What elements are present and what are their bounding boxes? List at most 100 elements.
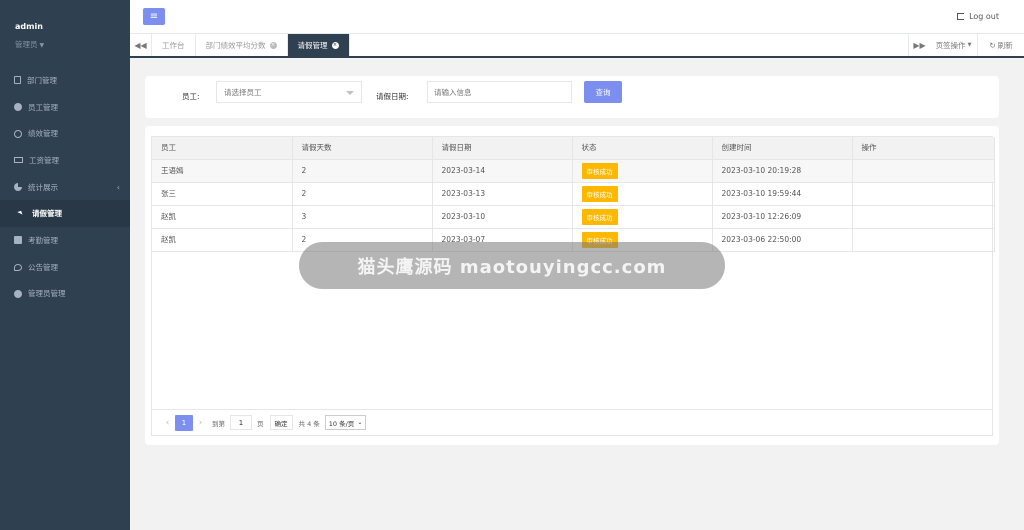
cell-status: 审核成功 bbox=[572, 159, 713, 183]
edit-icon bbox=[14, 236, 22, 245]
cell-actions bbox=[852, 182, 995, 206]
close-tab-icon[interactable]: × bbox=[331, 41, 339, 49]
user-circle-icon bbox=[14, 289, 22, 298]
tab-label: 工作台 bbox=[162, 40, 185, 50]
employee-select-placeholder: 请选择员工 bbox=[224, 87, 262, 97]
cell-employee: 王语嫣 bbox=[152, 159, 293, 183]
sidebar-item-performance[interactable]: 绩效管理 bbox=[0, 120, 130, 147]
cell-employee: 张三 bbox=[152, 182, 293, 206]
tab-leave-management[interactable]: 请假管理 × bbox=[287, 34, 350, 56]
chevron-down-icon: ⌄ bbox=[357, 419, 363, 426]
next-page-icon[interactable]: › bbox=[193, 418, 208, 428]
sidebar-item-label: 公告管理 bbox=[28, 262, 58, 272]
sidebar-item-department[interactable]: 部门管理 bbox=[0, 67, 130, 94]
sidebar: admin 管理员 ▼ 部门管理 员工管理 绩效管理 工资管理 统计展示 ‹ 请假管… bbox=[0, 0, 130, 530]
status-badge: 审核成功 bbox=[581, 208, 618, 225]
prev-page-icon[interactable]: ‹ bbox=[160, 418, 175, 428]
cell-date: 2023-03-10 bbox=[432, 205, 573, 229]
pie-chart-icon bbox=[14, 183, 22, 192]
leave-date-label: 请假日期: bbox=[376, 92, 409, 101]
column-header-created: 创建时间 bbox=[712, 137, 853, 160]
user-profile: admin 管理员 ▼ bbox=[0, 0, 130, 64]
goto-label: 到第 bbox=[212, 419, 225, 428]
caret-down-icon: ▼ bbox=[967, 42, 972, 48]
total-count: 共 4 条 bbox=[298, 419, 320, 428]
sidebar-item-label: 部门管理 bbox=[27, 75, 57, 85]
query-button[interactable]: 查询 bbox=[584, 81, 622, 103]
sidebar-item-label: 员工管理 bbox=[28, 102, 58, 112]
cell-days: 2 bbox=[292, 182, 433, 206]
table-row[interactable]: 张三 2 2023-03-13 审核成功 2023-03-10 19:59:44 bbox=[152, 182, 995, 206]
tab-workbench[interactable]: 工作台 bbox=[152, 34, 196, 56]
cell-actions bbox=[852, 205, 995, 229]
employee-select[interactable]: 请选择员工 bbox=[216, 81, 362, 103]
sidebar-item-admin[interactable]: 管理员管理 bbox=[0, 281, 130, 308]
page-size-select[interactable]: 10 条/页 ⌄ bbox=[324, 415, 367, 430]
dropdown-arrow-icon bbox=[346, 91, 354, 95]
status-badge: 审核成功 bbox=[581, 185, 618, 202]
column-header-employee: 员工 bbox=[152, 137, 293, 160]
menu-toggle-button[interactable]: ≡ bbox=[143, 8, 165, 25]
logout-button[interactable]: Log out bbox=[957, 12, 999, 21]
status-badge: 审核成功 bbox=[581, 162, 618, 179]
tabs-scroll-left-button[interactable]: ◀◀ bbox=[130, 34, 152, 56]
watermark-overlay: 猫头鹰源码 maotouyingcc.com bbox=[299, 242, 725, 289]
current-page-button[interactable]: 1 bbox=[175, 414, 193, 431]
table-row[interactable]: 赵凯 3 2023-03-10 审核成功 2023-03-10 12:26:09 bbox=[152, 205, 995, 229]
tabs-scroll-right-button[interactable]: ▶▶ bbox=[908, 34, 930, 56]
cell-employee: 赵凯 bbox=[152, 205, 293, 229]
cell-employee: 赵凯 bbox=[152, 228, 293, 252]
sidebar-item-leave[interactable]: 请假管理 bbox=[0, 200, 130, 228]
refresh-button[interactable]: ↻ 刷新 bbox=[978, 34, 1024, 56]
page-number-input[interactable]: 1 bbox=[230, 415, 252, 430]
user-role-label: 管理员 bbox=[15, 40, 38, 49]
cell-date: 2023-03-14 bbox=[432, 159, 573, 183]
cell-status: 审核成功 bbox=[572, 205, 713, 229]
cell-created: 2023-03-10 20:19:28 bbox=[712, 159, 853, 183]
forward-icon: ▶▶ bbox=[913, 40, 926, 50]
sidebar-item-label: 考勤管理 bbox=[28, 235, 58, 245]
goto-confirm-button[interactable]: 确定 bbox=[269, 415, 293, 430]
sidebar-item-label: 绩效管理 bbox=[28, 129, 58, 139]
sidebar-item-employee[interactable]: 员工管理 bbox=[0, 94, 130, 121]
backward-icon: ◀◀ bbox=[134, 40, 147, 50]
cell-created: 2023-03-10 19:59:44 bbox=[712, 182, 853, 206]
sidebar-item-label: 管理员管理 bbox=[28, 289, 66, 299]
page-unit-label: 页 bbox=[257, 419, 264, 428]
logout-label: Log out bbox=[969, 12, 999, 21]
main-content: 员工: 请选择员工 请假日期: 请输入信息 查询 员工 请假天数 请假日期 状态… bbox=[130, 58, 1024, 530]
table-row[interactable]: 王语嫣 2 2023-03-14 审核成功 2023-03-10 20:19:2… bbox=[152, 159, 995, 183]
cell-actions bbox=[852, 159, 995, 183]
user-role-dropdown[interactable]: 管理员 ▼ bbox=[15, 39, 130, 50]
tab-operations-label: 页签操作 bbox=[935, 40, 966, 50]
tab-dept-performance[interactable]: 部门绩效平均分数 × bbox=[196, 34, 288, 56]
cell-created: 2023-03-06 22:50:00 bbox=[712, 228, 853, 252]
sidebar-item-label: 统计展示 bbox=[28, 182, 58, 192]
leave-date-input[interactable]: 请输入信息 bbox=[427, 81, 572, 103]
search-form: 员工: 请选择员工 请假日期: 请输入信息 查询 bbox=[145, 76, 999, 118]
sidebar-item-notice[interactable]: 公告管理 bbox=[0, 254, 130, 281]
top-header: ≡ Log out bbox=[130, 0, 1024, 34]
hamburger-icon: ≡ bbox=[149, 11, 159, 22]
refresh-icon: ↻ bbox=[989, 40, 996, 50]
chat-icon bbox=[14, 263, 22, 271]
chevron-left-icon: ‹ bbox=[116, 182, 120, 192]
cell-actions bbox=[852, 228, 995, 252]
sidebar-item-attendance[interactable]: 考勤管理 bbox=[0, 227, 130, 254]
close-tab-icon[interactable]: × bbox=[269, 41, 277, 49]
cell-status: 审核成功 bbox=[572, 182, 713, 206]
sidebar-item-statistics[interactable]: 统计展示 ‹ bbox=[0, 174, 130, 201]
sidebar-item-salary[interactable]: 工资管理 bbox=[0, 147, 130, 174]
sidebar-nav: 部门管理 员工管理 绩效管理 工资管理 统计展示 ‹ 请假管理 考勤管理 公告管理… bbox=[0, 67, 130, 307]
sidebar-item-label: 请假管理 bbox=[32, 209, 62, 219]
page-tabs-bar: ◀◀ 工作台 部门绩效平均分数 × 请假管理 × ▶▶ 页签操作 ▼ ↻ 刷新 bbox=[130, 34, 1024, 58]
user-name: admin bbox=[15, 22, 43, 31]
money-icon bbox=[14, 157, 23, 164]
caret-down-icon: ▼ bbox=[39, 42, 45, 49]
cell-days: 2 bbox=[292, 159, 433, 183]
sign-out-icon bbox=[957, 13, 965, 20]
column-header-date: 请假日期 bbox=[432, 137, 573, 160]
tab-label: 请假管理 bbox=[297, 40, 328, 50]
cell-created: 2023-03-10 12:26:09 bbox=[712, 205, 853, 229]
tab-operations-dropdown[interactable]: 页签操作 ▼ bbox=[930, 34, 978, 56]
